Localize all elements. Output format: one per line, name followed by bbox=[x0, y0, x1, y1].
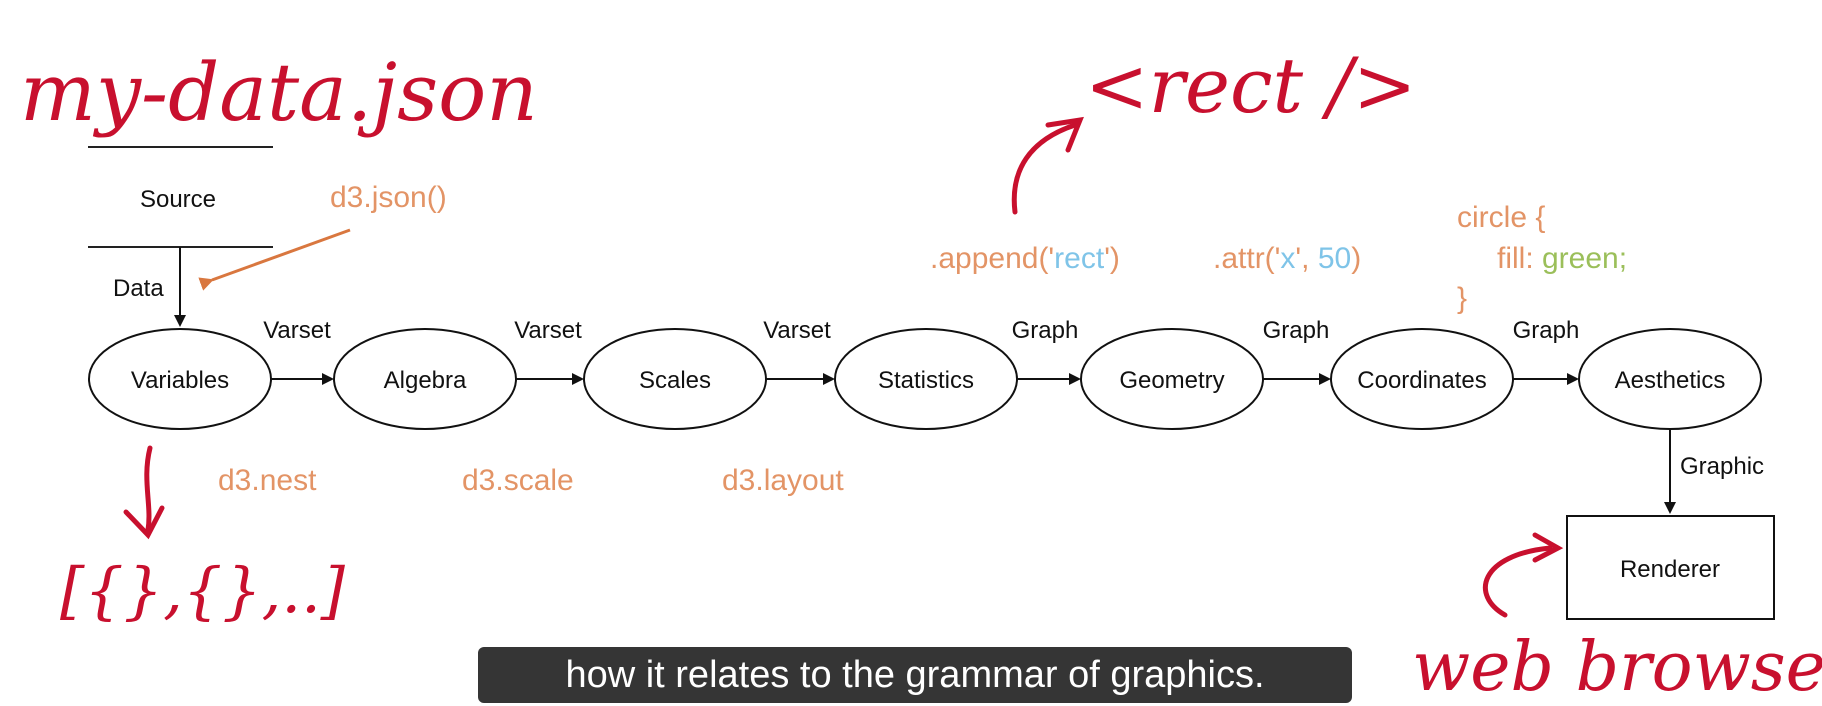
css-circle-open: circle { bbox=[1457, 201, 1545, 234]
d3-json-arrow bbox=[198, 228, 351, 291]
edge-statistics-geometry-label: Graph bbox=[1012, 317, 1079, 344]
d3-append-string: rect bbox=[1054, 242, 1105, 275]
edge-coordinates-aesthetics-label: Graph bbox=[1513, 317, 1580, 344]
graphic-edge-label: Graphic bbox=[1680, 453, 1764, 480]
rect-pointer-arrow bbox=[1011, 122, 1078, 215]
node-variables-label: Variables bbox=[131, 367, 229, 394]
node-scales: Scales bbox=[583, 328, 767, 430]
array-pointer-arrowhead bbox=[123, 505, 165, 540]
css-fill-key: fill: bbox=[1497, 242, 1542, 275]
node-variables: Variables bbox=[88, 328, 272, 430]
renderer-box: Renderer bbox=[1566, 515, 1775, 620]
data-edge-label: Data bbox=[113, 275, 164, 302]
edge-scales-statistics-label: Varset bbox=[763, 317, 831, 344]
edge-variables-algebra-label: Varset bbox=[263, 317, 331, 344]
edge-algebra-scales-label: Varset bbox=[514, 317, 582, 344]
d3-attr-mid: ', bbox=[1295, 242, 1317, 275]
node-algebra: Algebra bbox=[333, 328, 517, 430]
node-geometry-label: Geometry bbox=[1119, 367, 1224, 394]
renderer-label: Renderer bbox=[1620, 556, 1720, 583]
d3-nest-label: d3.nest bbox=[218, 464, 317, 497]
node-algebra-label: Algebra bbox=[384, 367, 467, 394]
node-aesthetics: Aesthetics bbox=[1578, 328, 1762, 430]
d3-attr-number: 50 bbox=[1318, 242, 1351, 275]
d3-json-label: d3.json() bbox=[330, 181, 447, 214]
css-circle-close: } bbox=[1457, 282, 1467, 315]
d3-scale-label: d3.scale bbox=[462, 464, 574, 497]
d3-attr-suffix: ) bbox=[1351, 242, 1361, 275]
handwritten-file-name: my-data.json bbox=[20, 46, 538, 139]
d3-attr-prefix: .attr(' bbox=[1213, 242, 1280, 275]
node-coordinates-label: Coordinates bbox=[1357, 367, 1486, 394]
d3-append-code: .append('rect') bbox=[930, 242, 1120, 275]
handwritten-rect-element: <rect /> bbox=[1085, 41, 1417, 130]
css-fill-line: fill: green; bbox=[1497, 242, 1627, 275]
d3-append-prefix: .append(' bbox=[930, 242, 1054, 275]
edge-geometry-coordinates-label: Graph bbox=[1263, 317, 1330, 344]
d3-attr-string: x bbox=[1280, 242, 1295, 275]
node-aesthetics-label: Aesthetics bbox=[1615, 367, 1726, 394]
handwritten-array: [{},{},..] bbox=[60, 554, 346, 627]
css-fill-value: green; bbox=[1542, 242, 1627, 275]
node-statistics: Statistics bbox=[834, 328, 1018, 430]
video-caption: how it relates to the grammar of graphic… bbox=[478, 647, 1352, 703]
source-label: Source bbox=[140, 186, 216, 213]
video-caption-text: how it relates to the grammar of graphic… bbox=[565, 653, 1265, 696]
d3-attr-code: .attr('x', 50) bbox=[1213, 242, 1361, 275]
array-pointer-arrow bbox=[144, 445, 153, 533]
grammar-of-graphics-diagram: my-data.json <rect /> [{},{},..] web bro… bbox=[20, 41, 1822, 706]
node-scales-label: Scales bbox=[639, 367, 711, 394]
handwritten-web-browser: web browser bbox=[1412, 628, 1822, 706]
d3-layout-label: d3.layout bbox=[722, 464, 844, 497]
slide: my-data.json <rect /> [{},{},..] web bro… bbox=[0, 0, 1822, 706]
node-statistics-label: Statistics bbox=[878, 367, 974, 394]
node-coordinates: Coordinates bbox=[1330, 328, 1514, 430]
d3-append-suffix: ') bbox=[1104, 242, 1120, 275]
node-geometry: Geometry bbox=[1080, 328, 1264, 430]
